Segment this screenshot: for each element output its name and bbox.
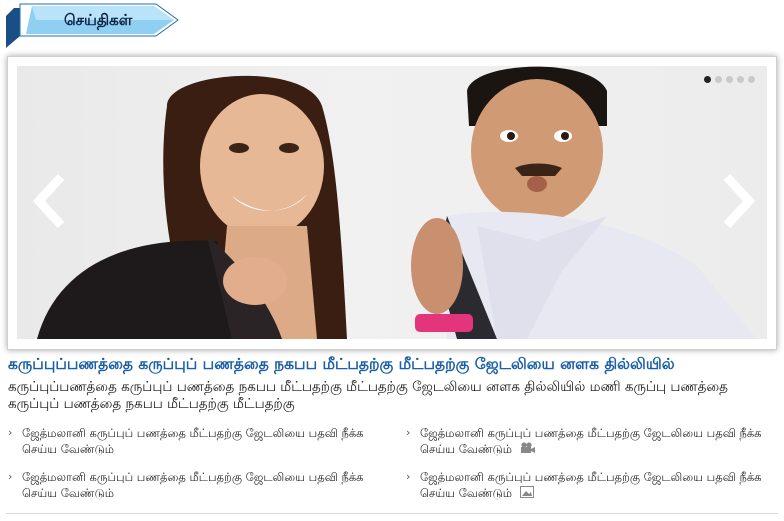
slider-next-button[interactable] — [717, 171, 757, 231]
slider-prev-button[interactable] — [31, 171, 71, 231]
slider-dot-2[interactable] — [715, 76, 722, 83]
slider-dot-1[interactable] — [704, 76, 711, 83]
related-news-text: ஜேத்மலானி கருப்புப் பணத்தை மீட்பதற்கு ஜே… — [22, 470, 364, 500]
related-news-text: ஜேத்மலானி கருப்புப் பணத்தை மீட்பதற்கு ஜே… — [22, 426, 364, 456]
slider-pagination — [704, 76, 755, 83]
related-news-link[interactable]: › ஜேத்மலானி கருப்புப் பணத்தை மீட்பதற்கு … — [406, 425, 780, 458]
section-title: செய்திகள் — [64, 11, 133, 29]
chevron-right-icon: › — [406, 470, 411, 483]
slider-dot-4[interactable] — [737, 76, 744, 83]
slider-dot-5[interactable] — [748, 76, 755, 83]
slide-photo-illustration — [37, 66, 757, 339]
news-summary: கருப்புப்பணத்தை கருப்புப் பணத்தை நகபப மீ… — [8, 379, 728, 412]
chevron-left-icon — [32, 173, 65, 229]
chevron-right-icon — [723, 173, 756, 229]
photo-icon — [519, 485, 534, 502]
chevron-right-icon: › — [8, 470, 13, 483]
related-news-link[interactable]: › ஜேத்மலானி கருப்புப் பணத்தை மீட்பதற்கு … — [8, 469, 382, 501]
video-camera-icon — [520, 441, 536, 458]
related-news-text: ஜேத்மலானி கருப்புப் பணத்தை மீட்பதற்கு ஜே… — [420, 426, 762, 456]
related-news-link[interactable]: › ஜேத்மலானி கருப்புப் பணத்தை மீட்பதற்கு … — [406, 469, 780, 502]
news-slider[interactable] — [7, 56, 777, 350]
slide-photo[interactable] — [17, 66, 767, 339]
related-news-link[interactable]: › ஜேத்மலானி கருப்புப் பணத்தை மீட்பதற்கு … — [8, 425, 382, 457]
divider — [6, 513, 778, 514]
chevron-right-icon: › — [8, 426, 13, 439]
news-headline-link[interactable]: கருப்புப்பணத்தை கருப்புப் பணத்தை நகபப மீ… — [8, 355, 778, 375]
related-news-text: ஜேத்மலானி கருப்புப் பணத்தை மீட்பதற்கு ஜே… — [420, 470, 762, 500]
chevron-right-icon: › — [406, 426, 411, 439]
slider-dot-3[interactable] — [726, 76, 733, 83]
section-tab: செய்திகள் — [6, 2, 182, 50]
